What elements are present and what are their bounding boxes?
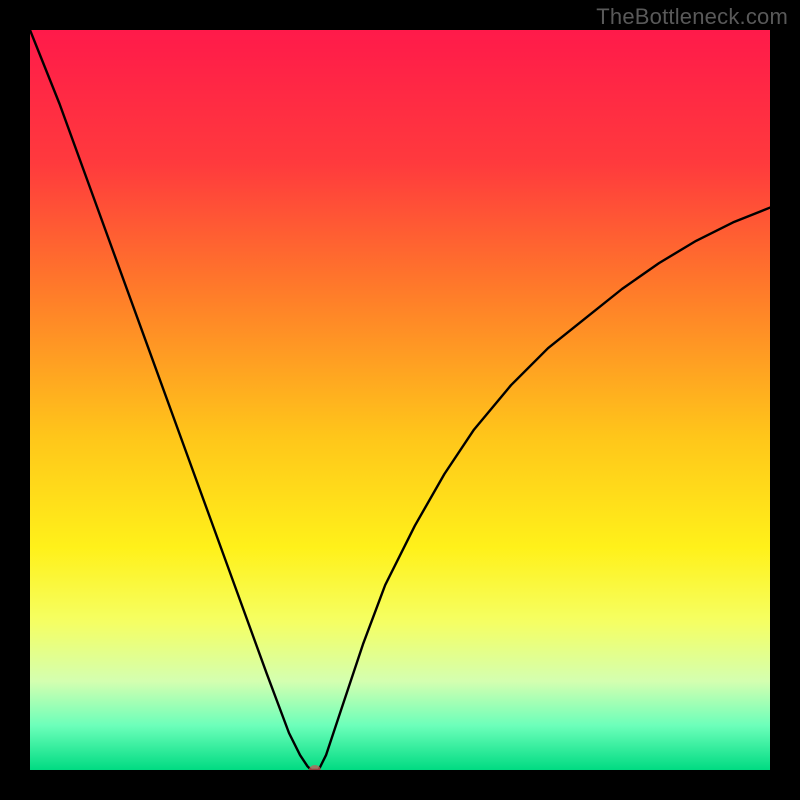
gradient-background [30,30,770,770]
plot-area [30,30,770,770]
chart-svg [30,30,770,770]
chart-frame: TheBottleneck.com [0,0,800,800]
watermark-text: TheBottleneck.com [596,4,788,30]
